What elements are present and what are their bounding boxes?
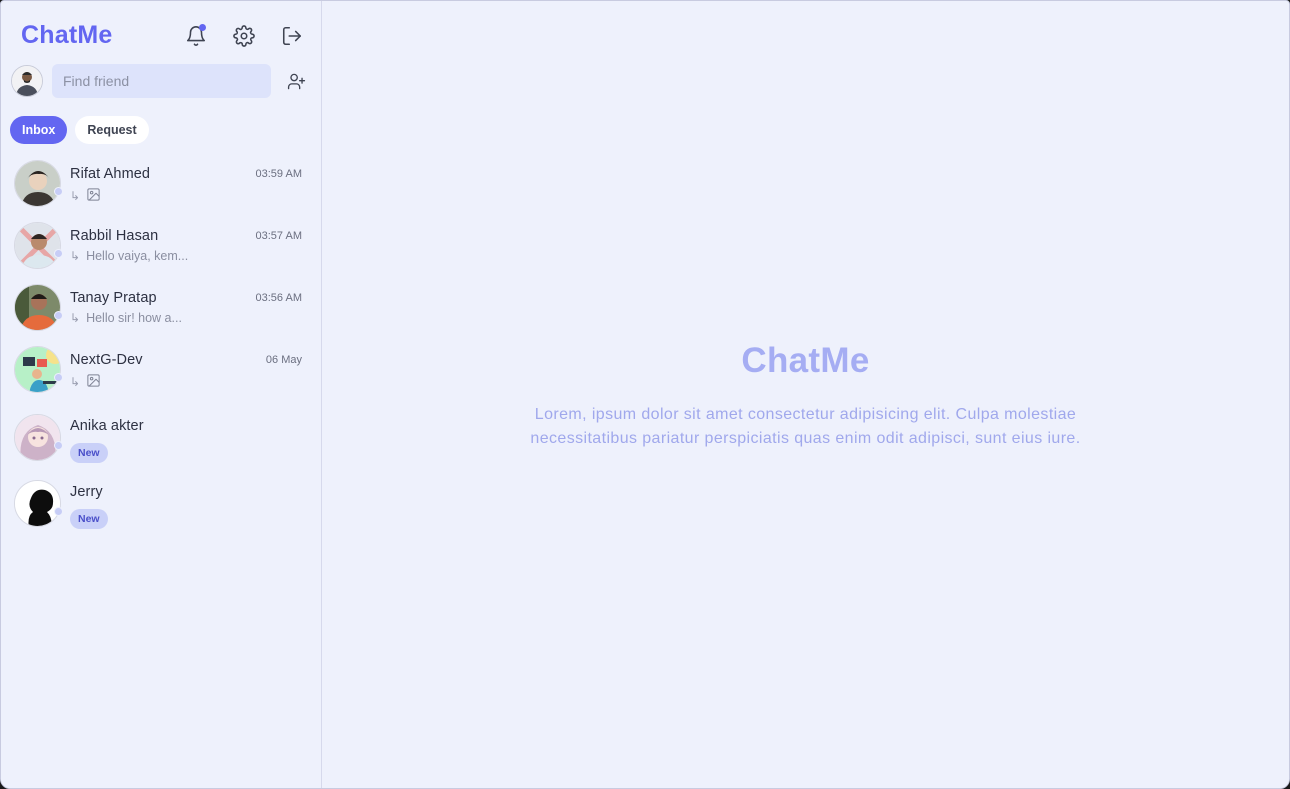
contact-avatar [14, 160, 61, 207]
new-badge: New [70, 443, 108, 463]
tab-inbox[interactable]: Inbox [10, 116, 68, 144]
message-time: 03:57 AM [255, 230, 302, 242]
reply-icon: ↳ [70, 311, 81, 325]
welcome-title: ChatMe [741, 341, 870, 380]
online-status-dot [54, 311, 63, 320]
contact-name: NextG-Dev [70, 352, 143, 368]
header-actions [183, 23, 305, 49]
message-preview: ↳ Hello vaiya, kem... [70, 249, 188, 263]
gear-icon [233, 25, 255, 47]
conversation-list: Rifat Ahmed 03:59 AM ↳ Rabbil Hasan 03:5… [1, 157, 321, 537]
contact-name: Rabbil Hasan [70, 228, 159, 244]
user-plus-icon [287, 73, 305, 89]
contact-avatar [14, 284, 61, 331]
logout-button[interactable] [279, 23, 305, 49]
notification-dot [199, 24, 206, 31]
message-preview: ↳ Hello sir! how a... [70, 311, 182, 325]
tab-request[interactable]: Request [75, 116, 149, 144]
contact-avatar [14, 346, 61, 393]
message-time: 06 May [265, 354, 302, 366]
conversation-item[interactable]: Anika akter New [1, 405, 321, 471]
conversation-item[interactable]: Tanay Pratap 03:56 AM ↳ Hello sir! how a… [1, 281, 321, 343]
contact-name: Anika akter [70, 418, 144, 434]
message-preview-text: Hello vaiya, kem... [86, 249, 189, 263]
contact-name: Jerry [70, 484, 103, 500]
new-badge: New [70, 509, 108, 529]
online-status-dot [54, 507, 63, 516]
contact-avatar [14, 480, 61, 527]
main-panel: ChatMe Lorem, ipsum dolor sit amet conse… [322, 1, 1289, 788]
message-time: 03:56 AM [255, 292, 302, 304]
user-photo-icon [12, 66, 42, 96]
online-status-dot [54, 249, 63, 258]
welcome-description: Lorem, ipsum dolor sit amet consectetur … [530, 406, 1081, 447]
online-status-dot [54, 187, 63, 196]
brand-logo: ChatMe [21, 21, 113, 49]
app-window: ChatMe Find friend Inbox Request Rifat A… [0, 0, 1290, 789]
tab-bar: Inbox Request [10, 116, 149, 144]
search-row [11, 64, 311, 98]
contact-name: Rifat Ahmed [70, 166, 151, 182]
reply-icon: ↳ [70, 249, 81, 263]
contact-name: Tanay Pratap [70, 290, 157, 306]
notifications-button[interactable] [183, 23, 209, 49]
image-icon [86, 373, 101, 391]
contact-avatar [14, 222, 61, 269]
conversation-item[interactable]: Jerry New [1, 471, 321, 537]
reply-icon: ↳ [70, 375, 81, 389]
message-preview: ↳ [70, 373, 101, 391]
conversation-item[interactable]: NextG-Dev 06 May ↳ [1, 343, 321, 405]
conversation-item[interactable]: Rifat Ahmed 03:59 AM ↳ [1, 157, 321, 219]
image-icon [86, 187, 101, 205]
conversation-item[interactable]: Rabbil Hasan 03:57 AM ↳ Hello vaiya, kem… [1, 219, 321, 281]
online-status-dot [54, 373, 63, 382]
settings-button[interactable] [231, 23, 257, 49]
current-user-avatar[interactable] [11, 65, 43, 97]
sidebar: ChatMe Find friend Inbox Request Rifat A… [1, 1, 322, 788]
add-friend-button[interactable] [285, 70, 307, 92]
contact-avatar [14, 414, 61, 461]
reply-icon: ↳ [70, 189, 81, 203]
logout-icon [282, 26, 302, 46]
message-preview: ↳ [70, 187, 101, 205]
search-input[interactable] [52, 64, 271, 98]
online-status-dot [54, 441, 63, 450]
message-preview-text: Hello sir! how a... [86, 311, 182, 325]
message-time: 03:59 AM [255, 168, 302, 180]
